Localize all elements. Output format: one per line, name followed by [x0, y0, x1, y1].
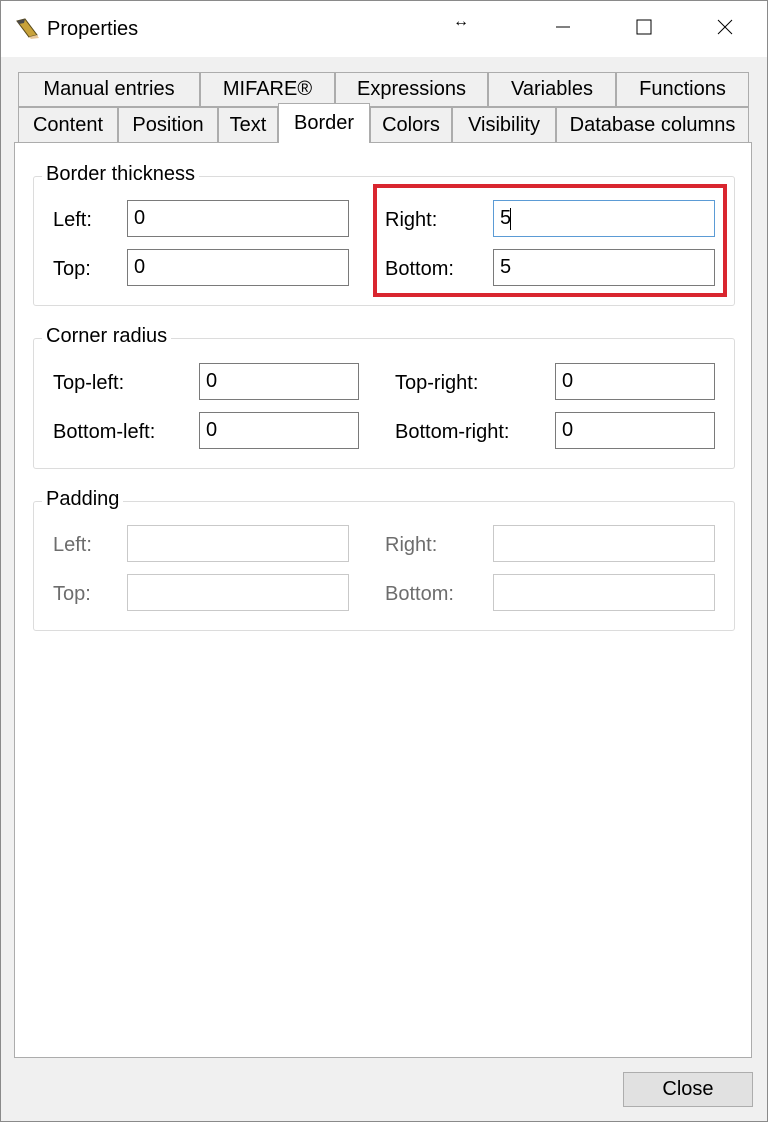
properties-window: Properties ↔ Manual entries MIFARE® Expr…	[0, 0, 768, 1122]
padding-left-label: Left:	[53, 534, 92, 556]
padding-top-input	[127, 574, 349, 611]
tab-manual-entries[interactable]: Manual entries	[18, 72, 200, 107]
corner-bottom-left-input[interactable]	[199, 412, 359, 449]
border-thickness-group: Border thickness	[33, 163, 735, 306]
minimize-icon	[555, 19, 571, 40]
group-legend: Padding	[42, 488, 124, 511]
corner-radius-group: Corner radius	[33, 325, 735, 469]
group-legend: Border thickness	[42, 163, 199, 186]
maximize-icon	[636, 19, 652, 40]
padding-bottom-label: Bottom:	[385, 583, 454, 605]
close-window-button[interactable]	[685, 1, 765, 57]
tab-mifare[interactable]: MIFARE®	[200, 72, 335, 107]
border-top-input[interactable]	[127, 249, 349, 286]
border-bottom-input[interactable]	[493, 249, 715, 286]
tab-text[interactable]: Text	[218, 107, 278, 143]
maximize-button[interactable]	[604, 1, 684, 57]
tab-expressions[interactable]: Expressions	[335, 72, 488, 107]
tab-visibility[interactable]: Visibility	[452, 107, 556, 143]
corner-top-right-input[interactable]	[555, 363, 715, 400]
border-top-label: Top:	[53, 258, 91, 280]
text-caret	[510, 208, 511, 230]
corner-top-left-input[interactable]	[199, 363, 359, 400]
border-left-input[interactable]	[127, 200, 349, 237]
tab-functions[interactable]: Functions	[616, 72, 749, 107]
corner-bottom-left-label: Bottom-left:	[53, 421, 156, 443]
window-title: Properties	[47, 18, 139, 40]
tab-border[interactable]: Border	[278, 103, 370, 143]
close-icon	[717, 19, 733, 40]
corner-top-left-label: Top-left:	[53, 372, 125, 394]
minimize-button[interactable]	[523, 1, 603, 57]
tab-content[interactable]: Content	[18, 107, 118, 143]
padding-left-input	[127, 525, 349, 562]
tab-colors[interactable]: Colors	[370, 107, 452, 143]
tab-position[interactable]: Position	[118, 107, 218, 143]
padding-group: Padding	[33, 488, 735, 631]
border-left-label: Left:	[53, 209, 92, 231]
border-right-input[interactable]	[493, 200, 715, 237]
pencil-icon	[15, 17, 41, 39]
tab-database-columns[interactable]: Database columns	[556, 107, 749, 143]
title-bar[interactable]: Properties ↔	[1, 1, 767, 57]
corner-bottom-right-label: Bottom-right:	[395, 421, 510, 443]
resize-horizontal-icon: ↔	[453, 13, 469, 30]
padding-right-input	[493, 525, 715, 562]
close-button[interactable]: Close	[623, 1072, 753, 1107]
corner-bottom-right-input[interactable]	[555, 412, 715, 449]
corner-top-right-label: Top-right:	[395, 372, 479, 394]
group-legend: Corner radius	[42, 325, 172, 348]
border-right-label: Right:	[385, 209, 438, 231]
padding-right-label: Right:	[385, 534, 438, 556]
tab-variables[interactable]: Variables	[488, 72, 616, 107]
padding-bottom-input	[493, 574, 715, 611]
border-bottom-label: Bottom:	[385, 258, 454, 280]
padding-top-label: Top:	[53, 583, 91, 605]
